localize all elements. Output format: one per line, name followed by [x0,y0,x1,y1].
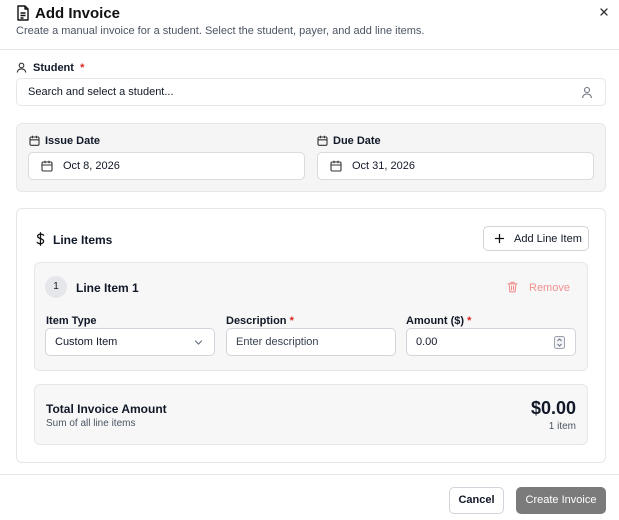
cancel-button[interactable]: Cancel [449,487,504,514]
description-input[interactable]: Enter description [226,328,396,356]
description-label: Description * [226,315,294,327]
header-divider [0,49,619,50]
calendar-icon [29,135,40,146]
add-line-item-label: Add Line Item [514,233,582,245]
amount-input[interactable]: 0.00 [406,328,576,356]
total-item-count: 1 item [548,421,576,432]
issue-date-label: Issue Date [45,135,101,147]
calendar-icon [330,160,342,172]
student-label-text: Student [33,62,74,74]
line-item-number: 1 [45,276,67,298]
required-mark: * [467,315,472,327]
footer-divider [0,474,619,475]
trash-icon[interactable] [507,281,518,293]
required-mark: * [289,315,294,327]
dollar-sign-icon [35,232,46,246]
add-line-item-button[interactable]: Add Line Item [483,226,589,251]
amount-label: Amount ($) * [406,315,471,327]
calendar-icon [317,135,328,146]
description-placeholder: Enter description [236,336,319,348]
issue-date-input[interactable]: Oct 8, 2026 [28,152,305,180]
due-date-value: Oct 31, 2026 [352,160,415,172]
student-search-placeholder: Search and select a student... [28,86,174,98]
remove-line-item-button[interactable]: Remove [529,282,570,294]
item-type-select[interactable]: Custom Item [45,328,215,356]
issue-date-value: Oct 8, 2026 [63,160,120,172]
dialog-title: Add Invoice [35,5,121,22]
calendar-icon [41,160,53,172]
dialog-subtitle: Create a manual invoice for a student. S… [16,25,425,37]
student-search-input[interactable]: Search and select a student... [16,78,606,106]
amount-value: 0.00 [416,336,438,348]
user-icon [16,62,27,73]
chevron-down-icon [194,339,203,346]
description-label-text: Description [226,315,287,327]
number-stepper-icon[interactable] [554,336,565,349]
total-amount: $0.00 [530,398,576,418]
plus-icon [494,233,505,244]
user-icon [581,86,593,99]
amount-label-text: Amount ($) [406,315,465,327]
file-text-icon [16,5,30,21]
create-invoice-button[interactable]: Create Invoice [516,487,606,514]
total-subtitle: Sum of all line items [46,418,136,429]
item-type-label: Item Type [46,315,97,327]
line-items-title: Line Items [53,233,113,247]
item-type-value: Custom Item [55,336,118,348]
required-mark: * [80,62,85,74]
close-icon[interactable] [598,6,610,18]
line-item-name: Line Item 1 [76,281,139,295]
total-title: Total Invoice Amount [46,402,167,416]
due-date-label: Due Date [333,135,381,147]
student-label: Student * [33,62,84,74]
due-date-input[interactable]: Oct 31, 2026 [317,152,594,180]
